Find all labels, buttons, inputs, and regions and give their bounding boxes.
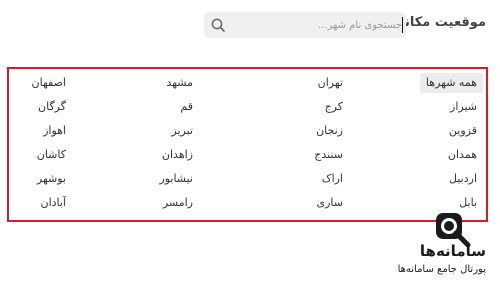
- city-item[interactable]: قم: [180, 97, 193, 117]
- city-list-panel: همه شهرها شیراز قزوین همدان اردبیل بابل …: [7, 67, 488, 222]
- brand-tagline: پورتال جامع سامانه‌ها: [397, 264, 486, 275]
- city-item[interactable]: کرج: [325, 97, 343, 117]
- search-box[interactable]: [204, 12, 406, 38]
- city-item[interactable]: سنندج: [314, 145, 343, 165]
- city-item[interactable]: اردبیل: [449, 169, 477, 189]
- city-item[interactable]: رامسر: [163, 193, 193, 213]
- brand-name: سامانه‌ها: [419, 242, 486, 260]
- city-item-all[interactable]: همه شهرها: [419, 73, 483, 93]
- city-item[interactable]: نیشابور: [159, 169, 193, 189]
- city-item[interactable]: اهواز: [43, 121, 66, 141]
- city-item[interactable]: زنجان: [316, 121, 343, 141]
- city-item[interactable]: اراک: [322, 169, 343, 189]
- city-item[interactable]: زاهدان: [162, 145, 193, 165]
- city-item[interactable]: همدان: [448, 145, 477, 165]
- city-item[interactable]: مشهد: [166, 73, 193, 93]
- city-item[interactable]: قزوین: [449, 121, 477, 141]
- city-item[interactable]: کاشان: [37, 145, 66, 165]
- city-item[interactable]: شیراز: [450, 97, 477, 117]
- city-item[interactable]: بوشهر: [37, 169, 66, 189]
- city-item[interactable]: گرگان: [38, 97, 66, 117]
- city-item[interactable]: آبادان: [40, 193, 66, 213]
- text-caret: [402, 17, 403, 33]
- city-item[interactable]: اصفهان: [32, 73, 66, 93]
- search-icon[interactable]: [210, 17, 226, 33]
- search-input[interactable]: [232, 12, 402, 38]
- city-item[interactable]: تبریز: [171, 121, 193, 141]
- city-item[interactable]: تهران: [318, 73, 343, 93]
- city-item[interactable]: ساری: [317, 193, 344, 213]
